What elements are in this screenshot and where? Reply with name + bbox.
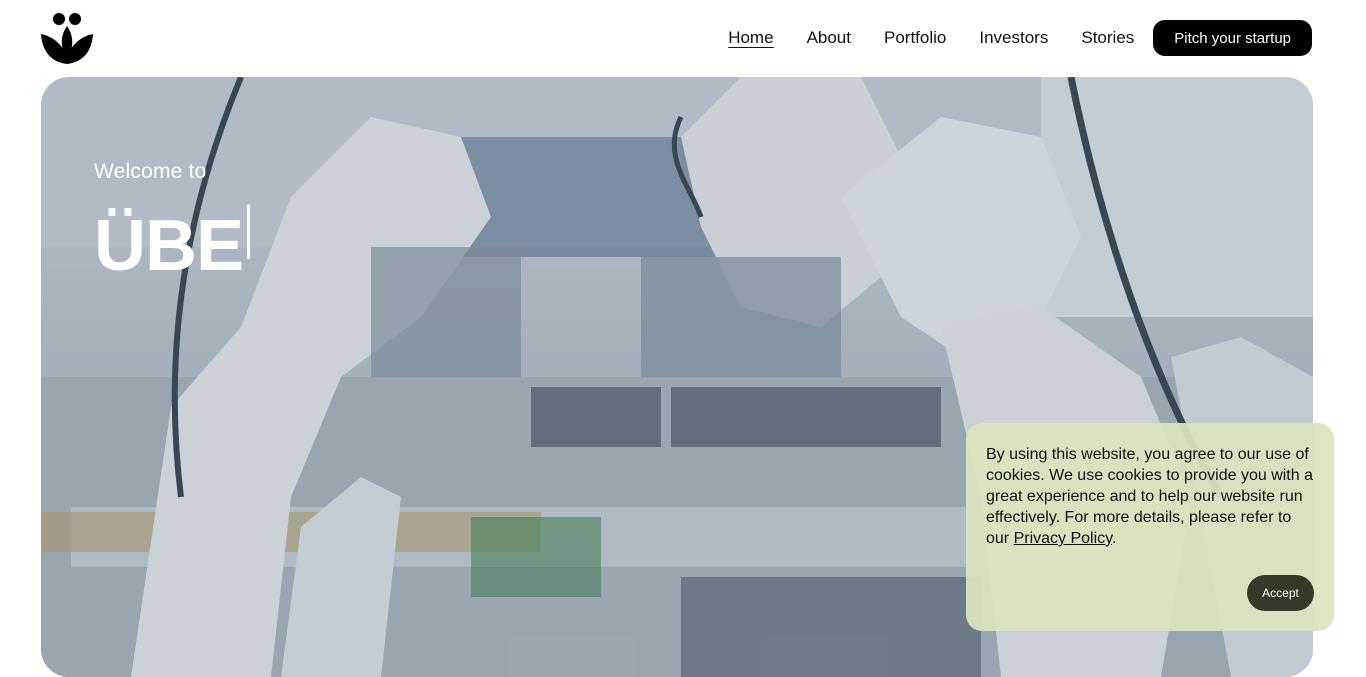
cookie-text-end: . [1111,530,1117,547]
logo-icon[interactable] [40,12,94,66]
nav-about[interactable]: About [807,28,851,48]
nav-stories[interactable]: Stories [1081,28,1134,48]
nav-investors[interactable]: Investors [979,28,1048,48]
nav-portfolio[interactable]: Portfolio [884,28,946,48]
brand-text: ÜBE [94,206,244,286]
privacy-policy-link[interactable]: Privacy Policy [1014,530,1112,547]
site-header: Home About Portfolio Investors Stories P… [0,0,1366,77]
cookie-message: By using this website, you agree to our … [986,444,1318,549]
accept-cookies-button[interactable]: Accept [1247,575,1314,611]
main-nav: Home About Portfolio Investors Stories P… [728,20,1312,56]
cookie-consent-panel: By using this website, you agree to our … [966,423,1334,631]
brand-heading: ÜBE [94,205,251,287]
nav-home[interactable]: Home [728,28,773,48]
typing-caret [247,205,251,259]
welcome-text: Welcome to [94,160,207,183]
pitch-startup-button[interactable]: Pitch your startup [1153,20,1312,56]
